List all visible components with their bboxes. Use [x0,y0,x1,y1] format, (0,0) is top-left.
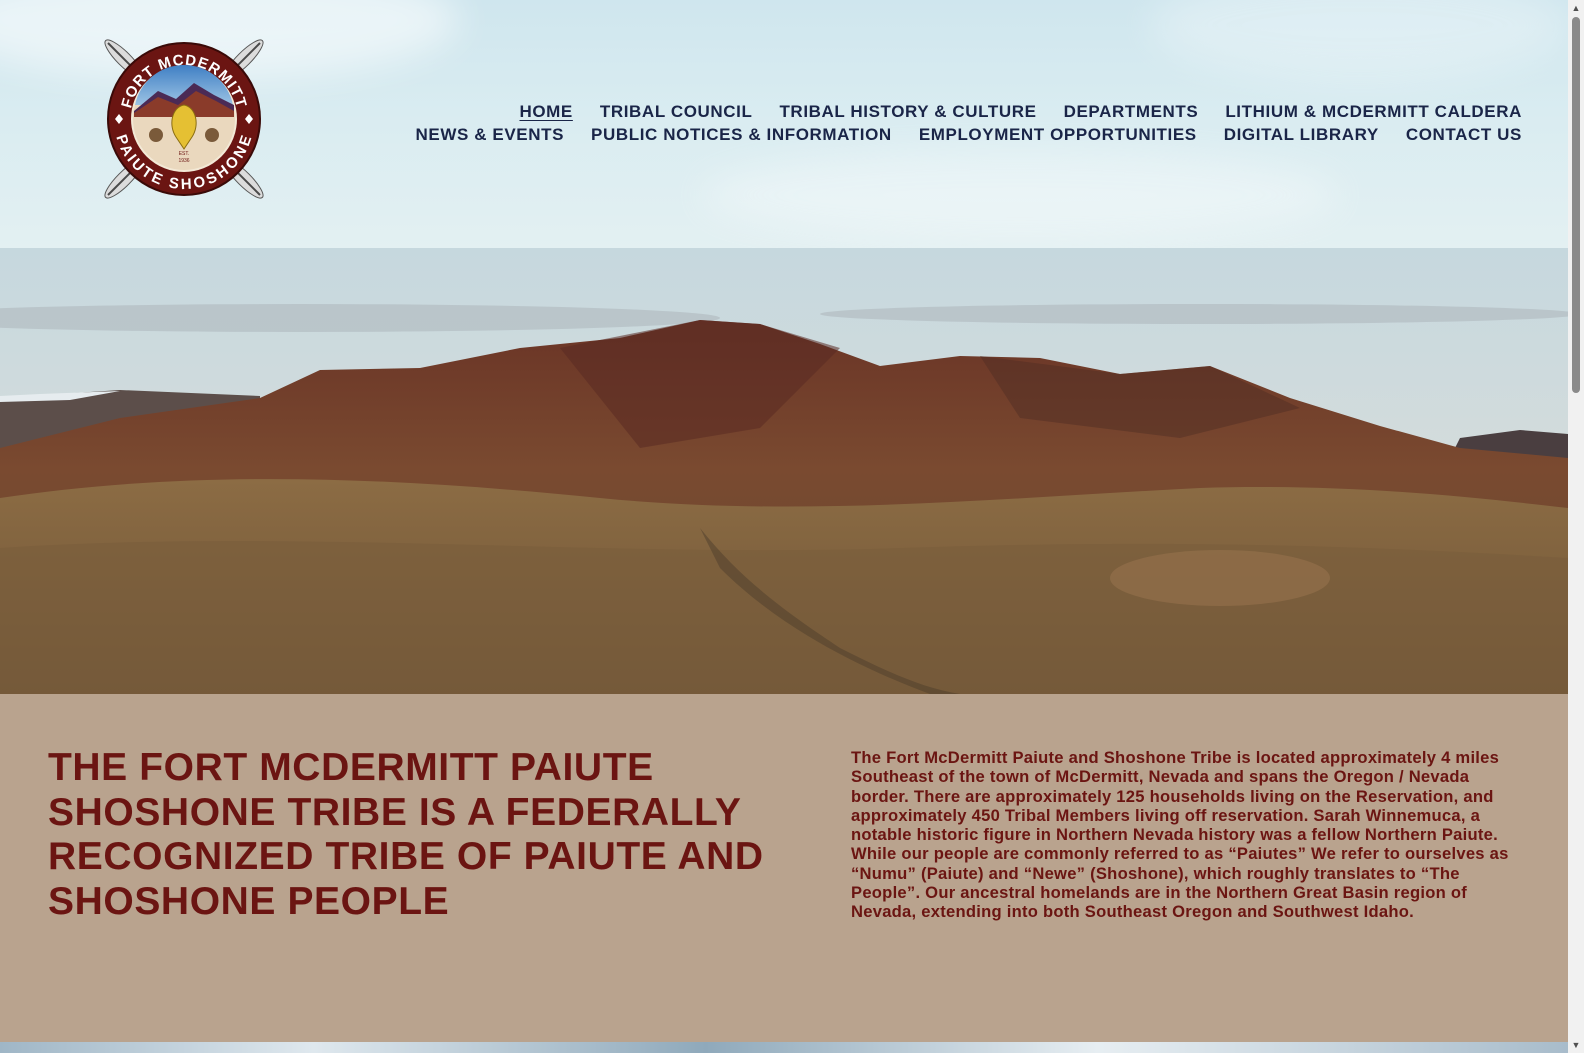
logo-est-year: 1936 [178,158,189,164]
nav-contact-us[interactable]: CONTACT US [1406,125,1522,145]
mountain-landscape-image [0,248,1568,694]
nav-public-notices[interactable]: PUBLIC NOTICES & INFORMATION [591,125,892,145]
nav-employment[interactable]: EMPLOYMENT OPPORTUNITIES [919,125,1197,145]
nav-departments[interactable]: DEPARTMENTS [1064,102,1199,122]
nav-tribal-history-culture[interactable]: TRIBAL HISTORY & CULTURE [779,102,1036,122]
intro-section: THE FORT MCDERMITT PAIUTE SHOSHONE TRIBE… [0,694,1568,1042]
main-nav: HOME TRIBAL COUNCIL TRIBAL HISTORY & CUL… [416,100,1523,146]
page: FORT MCDERMITT PAIUTE SHOSHONE EST. 1936… [0,0,1568,1053]
nav-home[interactable]: HOME [519,102,572,122]
scroll-down-arrow-icon[interactable]: ▼ [1568,1037,1584,1053]
tribe-seal-icon: FORT MCDERMITT PAIUTE SHOSHONE EST. 1936 [104,39,264,199]
next-section-preview [0,1042,1568,1053]
sky-cloud [1150,0,1568,80]
nav-lithium-caldera[interactable]: LITHIUM & MCDERMITT CALDERA [1225,102,1522,122]
intro-heading: THE FORT MCDERMITT PAIUTE SHOSHONE TRIBE… [48,746,764,923]
nav-row-1: HOME TRIBAL COUNCIL TRIBAL HISTORY & CUL… [416,100,1523,123]
tribe-logo[interactable]: FORT MCDERMITT PAIUTE SHOSHONE EST. 1936 [98,33,270,205]
logo-est-label: EST. [179,151,190,157]
nav-news-events[interactable]: NEWS & EVENTS [416,125,565,145]
hero-image [0,248,1568,694]
nav-tribal-council[interactable]: TRIBAL COUNCIL [600,102,753,122]
nav-digital-library[interactable]: DIGITAL LIBRARY [1224,125,1379,145]
vertical-scrollbar[interactable]: ▲ ▼ [1568,0,1584,1053]
sky-cloud [700,150,1340,240]
site-header: FORT MCDERMITT PAIUTE SHOSHONE EST. 1936… [0,0,1568,248]
scroll-up-arrow-icon[interactable]: ▲ [1568,0,1584,16]
scrollbar-thumb[interactable] [1572,17,1580,393]
nav-row-2: NEWS & EVENTS PUBLIC NOTICES & INFORMATI… [416,123,1523,146]
intro-paragraph: The Fort McDermitt Paiute and Shoshone T… [851,748,1509,922]
